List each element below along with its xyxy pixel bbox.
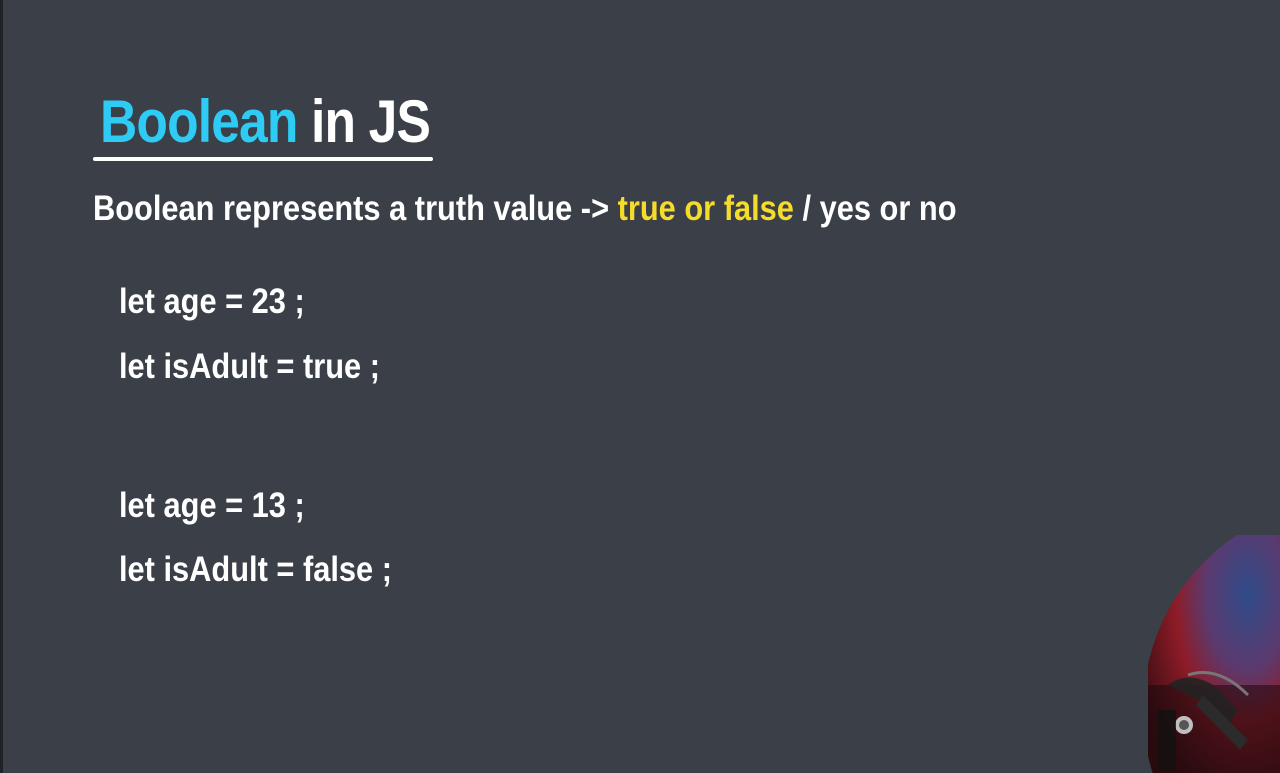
- subtitle-text-after: / yes or no: [793, 189, 957, 228]
- subtitle-highlight: true or false: [617, 189, 794, 228]
- code-line-isadult-false: let isAdult = false ;: [119, 550, 392, 589]
- slide: Boolean in JS Boolean represents a truth…: [0, 0, 1280, 773]
- code-line-age-13: let age = 13 ;: [119, 486, 305, 525]
- slide-title: Boolean in JS: [100, 92, 431, 152]
- title-rest: in JS: [297, 88, 431, 155]
- slide-edge: [0, 0, 3, 773]
- webcam-image: [1148, 535, 1280, 773]
- subtitle-text-before: Boolean represents a truth value ->: [93, 189, 618, 228]
- presenter-webcam-overlay: [1148, 535, 1280, 773]
- title-accent: Boolean: [100, 88, 298, 155]
- code-line-isadult-true: let isAdult = true ;: [119, 347, 380, 386]
- code-line-age-23: let age = 23 ;: [119, 282, 305, 321]
- title-underline: [93, 157, 433, 161]
- subtitle: Boolean represents a truth value -> true…: [93, 189, 957, 229]
